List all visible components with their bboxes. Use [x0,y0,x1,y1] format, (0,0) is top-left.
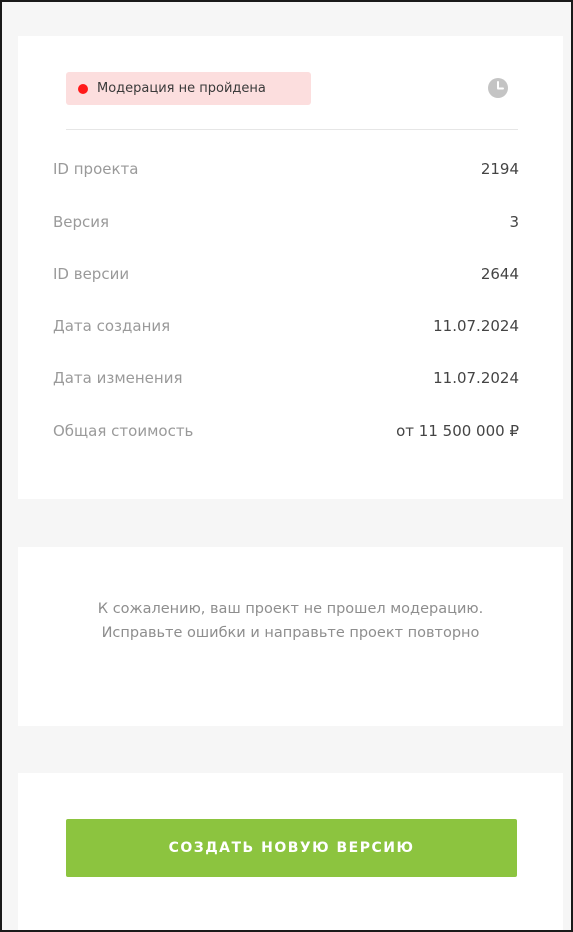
detail-value: 3 [509,213,519,231]
detail-label: Дата создания [53,317,171,335]
detail-row-created-date: Дата создания 11.07.2024 [53,314,519,338]
status-dot-icon [78,83,88,94]
detail-row-version-id: ID версии 2644 [53,262,519,286]
detail-label: ID версии [53,265,130,283]
detail-row-total-cost: Общая стоимость от 11 500 000 ₽ [53,419,519,443]
detail-value: 2194 [480,160,519,178]
divider [66,129,518,130]
detail-label: Версия [53,213,110,231]
moderation-message-card: К сожалению, ваш проект не прошел модера… [18,547,563,726]
create-new-version-button[interactable]: СОЗДАТЬ НОВУЮ ВЕРСИЮ [66,819,517,877]
project-info-card: Модерация не пройдена ID проекта 2194 Ве… [18,36,563,499]
detail-label: ID проекта [53,160,139,178]
detail-row-version: Версия 3 [53,210,519,234]
action-card: СОЗДАТЬ НОВУЮ ВЕРСИЮ [18,773,563,930]
project-panel: Модерация не пройдена ID проекта 2194 Ве… [0,0,573,932]
detail-row-modified-date: Дата изменения 11.07.2024 [53,366,519,390]
detail-label: Общая стоимость [53,422,194,440]
detail-value: 11.07.2024 [433,317,519,335]
detail-value: 2644 [480,265,519,283]
moderation-message: К сожалению, ваш проект не прошел модера… [97,601,484,641]
clock-icon[interactable] [487,77,509,99]
detail-row-project-id: ID проекта 2194 [53,157,519,181]
detail-label: Дата изменения [53,369,183,387]
detail-value: от 11 500 000 ₽ [396,422,519,440]
status-label: Модерация не пройдена [97,81,266,96]
detail-value: 11.07.2024 [433,369,519,387]
moderation-status-badge: Модерация не пройдена [66,72,311,105]
